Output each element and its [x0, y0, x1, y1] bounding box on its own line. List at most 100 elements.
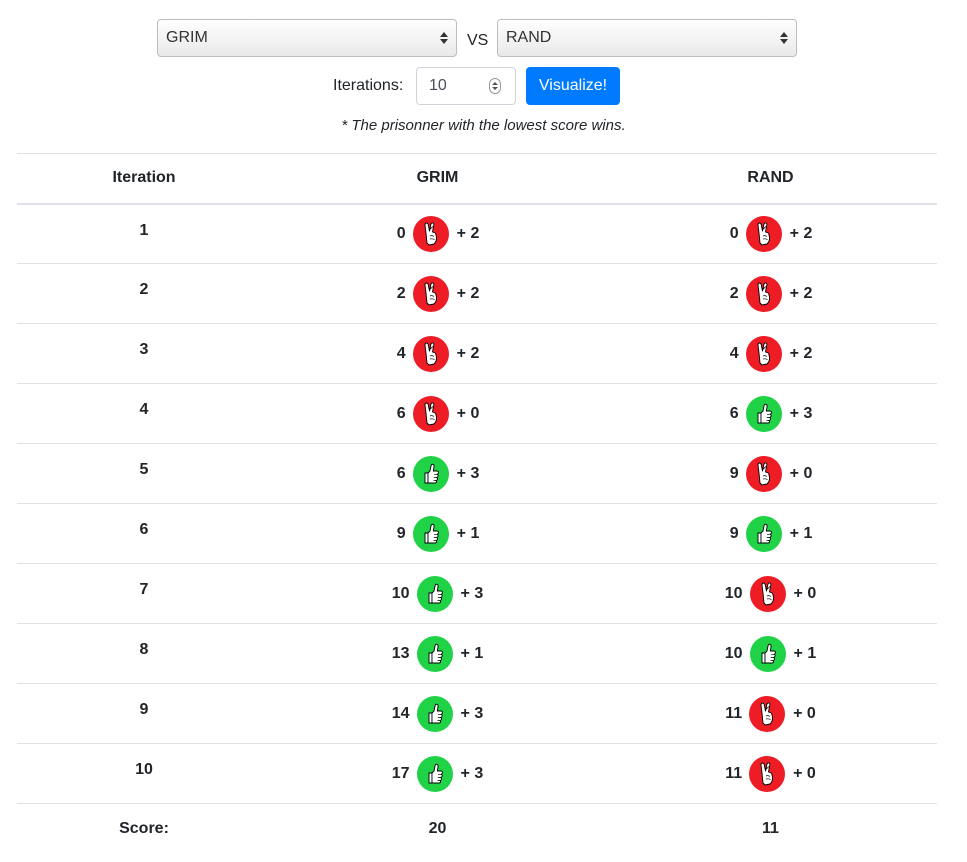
crossed-fingers-icon — [745, 455, 782, 492]
player1-running-score: 10 — [391, 584, 410, 602]
crossed-fingers-icon — [412, 395, 449, 432]
thumbs-up-icon — [416, 635, 453, 672]
player1-move: 14 + 3 — [391, 695, 483, 732]
player2-move-cell: 4 + 2 — [604, 323, 937, 384]
player1-move-cell: 14 + 3 — [271, 683, 604, 744]
player1-running-score: 4 — [396, 344, 406, 362]
player2-points-gained: + 0 — [793, 704, 816, 722]
player1-move: 6 + 3 — [396, 455, 480, 492]
player1-points-gained: + 2 — [456, 284, 480, 302]
player1-select[interactable]: GRIM — [157, 19, 457, 57]
spinner-icon[interactable] — [489, 78, 501, 94]
iteration-number: 6 — [17, 503, 271, 564]
player2-total-score: 11 — [604, 803, 937, 854]
crossed-fingers-icon — [412, 335, 449, 372]
iterations-input[interactable]: 10 — [416, 67, 516, 105]
player2-move-cell: 10 + 0 — [604, 563, 937, 624]
iteration-number: 7 — [17, 563, 271, 624]
player1-points-gained: + 3 — [460, 764, 484, 782]
crossed-fingers-icon — [745, 215, 782, 252]
player1-points-gained: + 3 — [456, 464, 480, 482]
crossed-fingers-icon — [749, 755, 786, 792]
table-row: 9 14 + 3 11 + 0 — [17, 683, 937, 744]
crossed-fingers-icon — [412, 215, 449, 252]
table-row: 8 13 + 1 10 + 1 — [17, 623, 937, 684]
select-arrows-icon — [436, 32, 452, 44]
iteration-number: 5 — [17, 443, 271, 504]
table-row: 6 9 + 1 9 + 1 — [17, 503, 937, 564]
player2-running-score: 11 — [725, 704, 743, 722]
iteration-number: 10 — [17, 743, 271, 804]
player1-move: 6 + 0 — [396, 395, 480, 432]
player1-running-score: 2 — [396, 284, 406, 302]
visualize-button[interactable]: Visualize! — [526, 67, 620, 105]
player1-move: 17 + 3 — [391, 755, 484, 792]
crossed-fingers-icon — [749, 575, 786, 612]
player1-running-score: 14 — [391, 704, 410, 722]
player2-move: 0 + 2 — [729, 215, 813, 252]
player2-points-gained: + 3 — [789, 404, 813, 422]
player2-running-score: 11 — [725, 764, 743, 782]
player2-running-score: 0 — [729, 224, 739, 242]
thumbs-up-icon — [412, 455, 449, 492]
player2-move: 2 + 2 — [729, 275, 813, 312]
player1-points-gained: + 1 — [460, 644, 484, 662]
iterations-label: Iterations: — [333, 77, 404, 94]
player1-move-cell: 9 + 1 — [271, 503, 604, 564]
thumbs-up-icon — [416, 755, 453, 792]
crossed-fingers-icon — [745, 275, 782, 312]
player1-points-gained: + 3 — [460, 584, 484, 602]
iterations-value: 10 — [429, 77, 447, 94]
thumbs-up-icon — [745, 395, 782, 432]
player2-running-score: 2 — [729, 284, 739, 302]
table-row: 10 17 + 3 11 + 0 — [17, 743, 937, 804]
player2-move: 11 + 0 — [725, 695, 816, 732]
header-player1: GRIM — [271, 153, 604, 205]
player2-points-gained: + 0 — [793, 764, 816, 782]
results-table: Iteration GRIM RAND 1 0 + 2 0 + 2 2 2 + 2 2 + 234… — [17, 153, 937, 854]
player2-move: 6 + 3 — [729, 395, 813, 432]
iteration-number: 4 — [17, 383, 271, 444]
player2-running-score: 6 — [729, 404, 739, 422]
player1-select-value: GRIM — [166, 29, 208, 46]
thumbs-up-icon — [745, 515, 782, 552]
player1-move-cell: 0 + 2 — [271, 203, 604, 264]
player2-move: 9 + 0 — [729, 455, 813, 492]
crossed-fingers-icon — [745, 335, 782, 372]
iteration-number: 9 — [17, 683, 271, 744]
player2-points-gained: + 0 — [789, 464, 813, 482]
player1-move: 13 + 1 — [392, 635, 484, 672]
player2-running-score: 10 — [724, 584, 743, 602]
player1-move-cell: 17 + 3 — [271, 743, 604, 804]
player1-points-gained: + 1 — [456, 524, 480, 542]
iteration-number: 3 — [17, 323, 271, 384]
player1-total-score: 20 — [271, 803, 604, 854]
player1-points-gained: + 2 — [456, 344, 480, 362]
player2-move-cell: 2 + 2 — [604, 263, 937, 324]
player2-points-gained: + 1 — [789, 524, 813, 542]
player2-points-gained: + 2 — [789, 224, 813, 242]
player1-running-score: 17 — [391, 764, 410, 782]
crossed-fingers-icon — [412, 275, 449, 312]
table-row: 2 2 + 2 2 + 2 — [17, 263, 937, 324]
player1-points-gained: + 2 — [456, 224, 480, 242]
player2-points-gained: + 2 — [789, 284, 813, 302]
thumbs-up-icon — [416, 575, 453, 612]
player2-move: 11 + 0 — [725, 755, 816, 792]
thumbs-up-icon — [416, 695, 453, 732]
player2-select[interactable]: RAND — [497, 19, 797, 57]
player1-points-gained: + 0 — [456, 404, 480, 422]
player1-move: 2 + 2 — [396, 275, 480, 312]
iteration-number: 2 — [17, 263, 271, 324]
player1-running-score: 6 — [396, 464, 406, 482]
player2-move: 4 + 2 — [729, 335, 812, 372]
player2-move: 10 + 0 — [724, 575, 817, 612]
player2-running-score: 9 — [729, 464, 739, 482]
player2-points-gained: + 0 — [793, 584, 817, 602]
player2-move: 9 + 1 — [729, 515, 813, 552]
player1-move-cell: 6 + 0 — [271, 383, 604, 444]
player1-move: 0 + 2 — [396, 215, 480, 252]
player1-move-cell: 10 + 3 — [271, 563, 604, 624]
iteration-number: 1 — [17, 203, 271, 264]
player2-move-cell: 9 + 1 — [604, 503, 937, 564]
